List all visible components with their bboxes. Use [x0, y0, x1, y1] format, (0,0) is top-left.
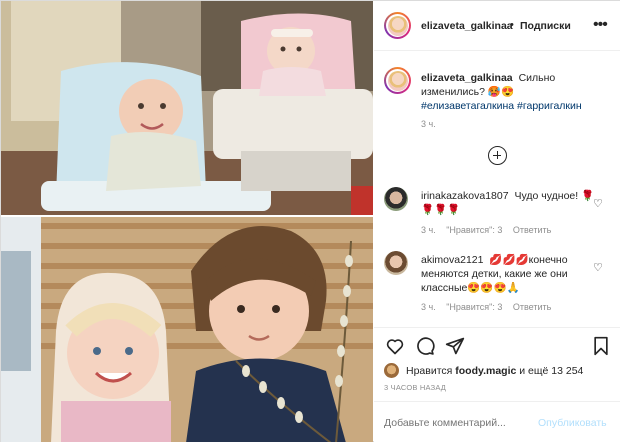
post-timestamp[interactable]: 3 ЧАСОВ НАЗАД	[384, 383, 446, 392]
caption-avatar[interactable]	[384, 67, 411, 94]
comment-username[interactable]: irinakazakova1807	[421, 190, 509, 202]
caption-time: 3 ч.	[421, 119, 436, 129]
liker-username[interactable]: foody.magic	[455, 365, 516, 377]
post-photo[interactable]	[1, 1, 373, 442]
following-button[interactable]: Подписки	[520, 20, 571, 32]
likes-text[interactable]: Нравится foody.magic и ещё 13 254	[406, 365, 583, 377]
post-sidebar: elizaveta_galkinaa • Подписки ••• elizav…	[374, 1, 620, 442]
instagram-post: elizaveta_galkinaa • Подписки ••• elizav…	[0, 0, 620, 442]
post-header: elizaveta_galkinaa • Подписки •••	[374, 1, 620, 51]
comment-username[interactable]: akimova2121	[421, 254, 483, 266]
commenter-avatar[interactable]	[384, 251, 408, 275]
likes-count[interactable]: и ещё 13 254	[519, 365, 583, 377]
likes-summary: Нравится foody.magic и ещё 13 254	[384, 363, 614, 379]
load-more-comments-icon[interactable]	[488, 146, 507, 165]
comment-reply-button[interactable]: Ответить	[513, 302, 551, 312]
more-options-icon[interactable]: •••	[593, 16, 608, 34]
liker-avatar[interactable]	[384, 363, 399, 378]
comment-meta: 3 ч. "Нравится": 3 Ответить	[421, 302, 559, 312]
author-avatar[interactable]	[384, 12, 411, 39]
comment-time: 3 ч.	[421, 225, 436, 235]
add-comment-form: Опубликовать	[374, 401, 620, 442]
header-separator: •	[510, 19, 514, 31]
like-heart-icon[interactable]	[385, 336, 405, 356]
save-bookmark-icon[interactable]	[591, 336, 611, 356]
comment-text-block: akimova2121 💋💋💋конечно меняются детки, к…	[421, 253, 597, 295]
photo-collage	[1, 1, 373, 442]
comment-bubble-icon[interactable]	[415, 336, 435, 356]
comment-like-icon[interactable]: ♡	[593, 197, 603, 210]
share-paper-plane-icon[interactable]	[445, 336, 465, 356]
comment-text-block: irinakazakova1807 Чудо чудное! 🌹🌹🌹🌹	[421, 189, 597, 217]
author-username[interactable]: elizaveta_galkinaa	[421, 20, 513, 32]
likes-prefix: Нравится	[406, 365, 453, 377]
comment-input[interactable]	[384, 417, 534, 429]
commenter-avatar[interactable]	[384, 187, 408, 211]
comment-time: 3 ч.	[421, 302, 436, 312]
comment-reply-button[interactable]: Ответить	[513, 225, 551, 235]
caption-text-block: elizaveta_galkinaa Сильно изменились? 🥵😍…	[421, 71, 617, 113]
comment-like-icon[interactable]: ♡	[593, 261, 603, 274]
caption-username[interactable]: elizaveta_galkinaa	[421, 72, 513, 84]
comment-meta: 3 ч. "Нравится": 3 Ответить	[421, 225, 559, 235]
comment-likes-count[interactable]: "Нравится": 3	[446, 302, 502, 312]
caption-hashtags[interactable]: #елизаветагалкина #гарригалкин	[421, 100, 582, 112]
publish-button[interactable]: Опубликовать	[538, 417, 607, 429]
action-bar	[374, 327, 620, 361]
comment-likes-count[interactable]: "Нравится": 3	[446, 225, 502, 235]
